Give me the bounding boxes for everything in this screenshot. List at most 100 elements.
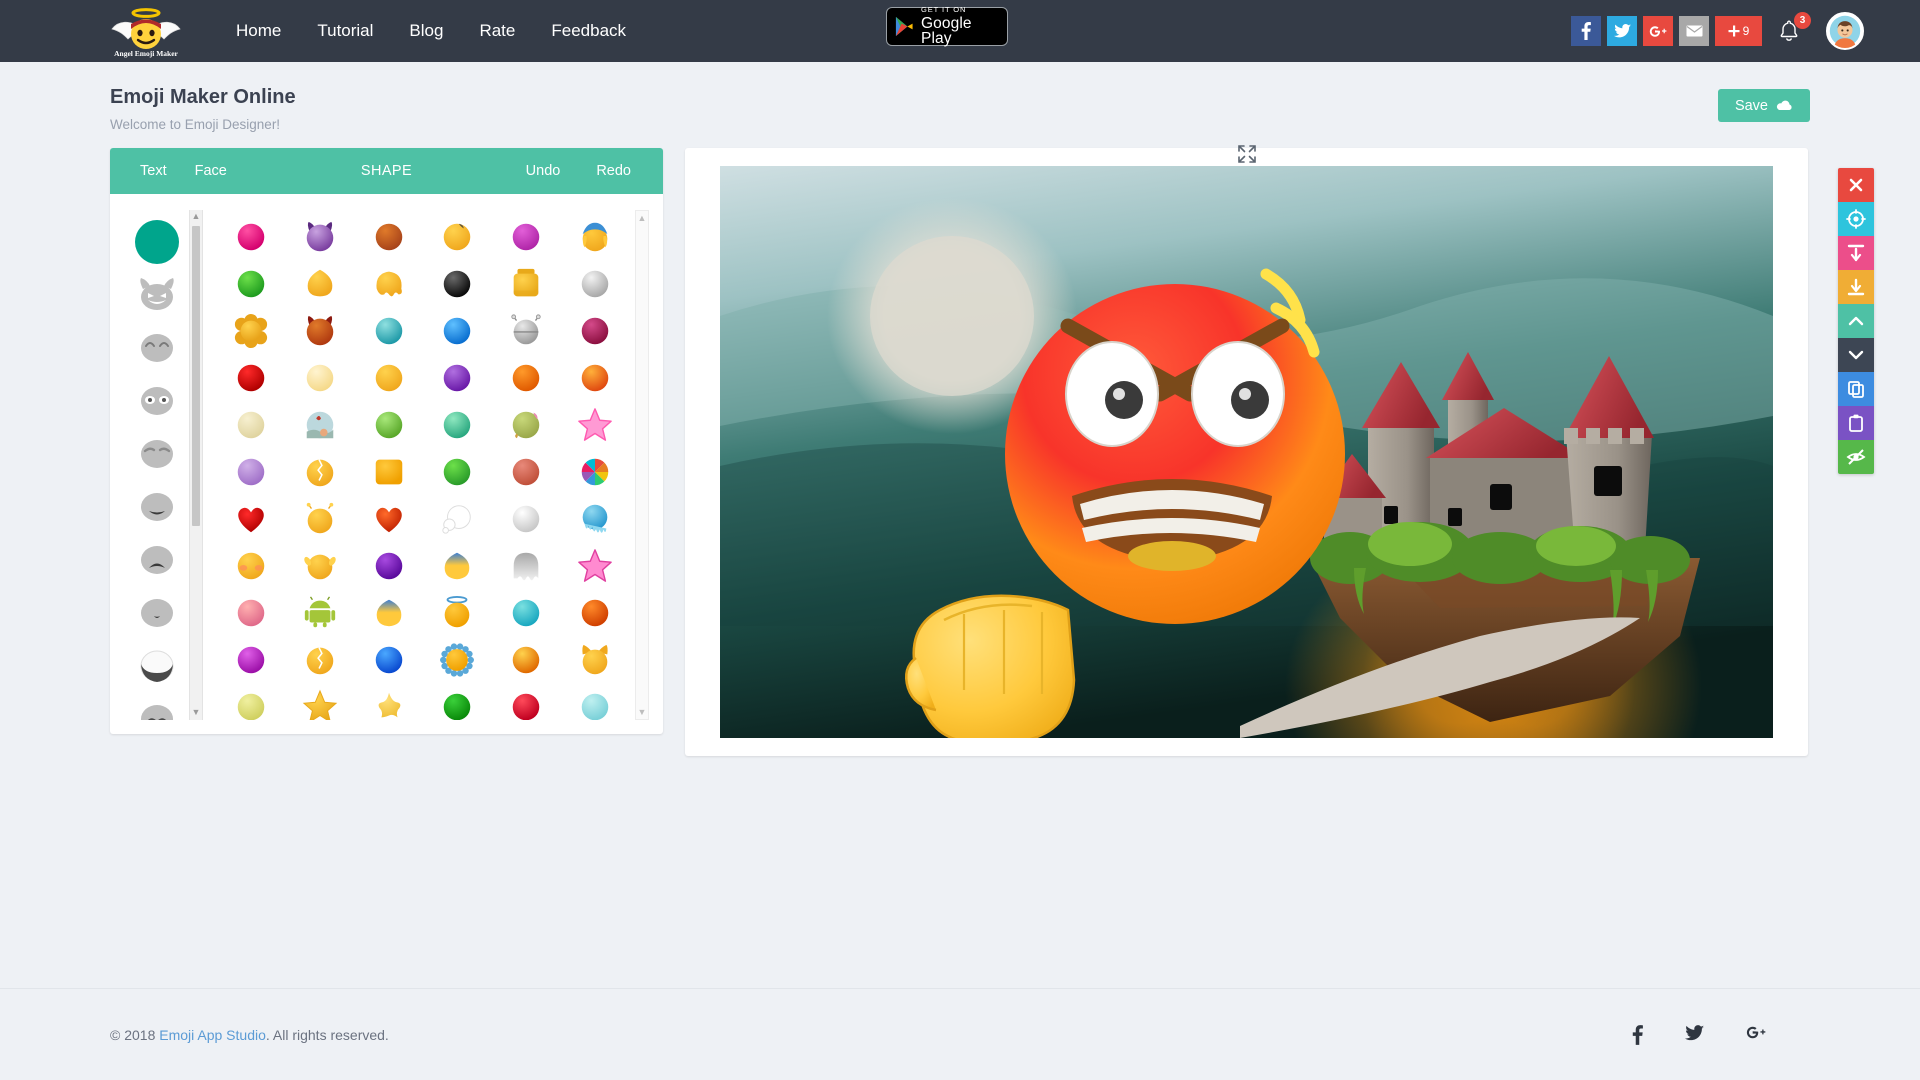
- center-object-button[interactable]: [1838, 202, 1874, 236]
- share-googleplus-button[interactable]: [1643, 16, 1673, 46]
- shape-ghost-shape[interactable]: [492, 545, 561, 586]
- category-closed-eyes[interactable]: [135, 326, 179, 370]
- shape-bright-green-circle[interactable]: [423, 686, 492, 720]
- shape-white-circle[interactable]: [492, 498, 561, 539]
- shape-orange-gold-circle[interactable]: [560, 357, 629, 398]
- scroll-up-chevron-icon[interactable]: ▲: [192, 210, 201, 222]
- shape-cracked-egg[interactable]: [286, 451, 355, 492]
- shape-orange-circle[interactable]: [492, 357, 561, 398]
- shape-android-robot[interactable]: [286, 592, 355, 633]
- category-beard[interactable]: [135, 644, 179, 688]
- shape-lilac-circle[interactable]: [217, 451, 286, 492]
- footer-googleplus-icon[interactable]: [1746, 1025, 1766, 1045]
- shape-grid-scrollbar[interactable]: ▲ ▼: [635, 210, 649, 720]
- nav-link-home[interactable]: Home: [218, 0, 299, 62]
- share-facebook-button[interactable]: [1571, 16, 1601, 46]
- undo-button[interactable]: Undo: [512, 163, 575, 179]
- share-more-button[interactable]: 9: [1715, 16, 1762, 46]
- shape-antenna-face[interactable]: [286, 498, 355, 539]
- share-twitter-button[interactable]: [1607, 16, 1637, 46]
- shape-red-devil[interactable]: [286, 310, 355, 351]
- align-bottom-button[interactable]: [1838, 270, 1874, 304]
- notifications-button[interactable]: 3: [1776, 12, 1811, 48]
- grid-scroll-up-chevron-icon[interactable]: ▲: [638, 211, 647, 225]
- shape-ice-circle[interactable]: [560, 498, 629, 539]
- shape-cream-circle[interactable]: [286, 357, 355, 398]
- shape-royal-blue-circle[interactable]: [354, 639, 423, 680]
- nav-link-rate[interactable]: Rate: [461, 0, 533, 62]
- category-frown-mouth[interactable]: [135, 538, 179, 582]
- footer-twitter-icon[interactable]: [1685, 1024, 1704, 1045]
- nav-link-tutorial[interactable]: Tutorial: [299, 0, 391, 62]
- shape-orange-heart[interactable]: [354, 498, 423, 539]
- shape-cat-face[interactable]: [560, 639, 629, 680]
- shape-black-circle[interactable]: [423, 263, 492, 304]
- shape-pale-cyan-circle[interactable]: [560, 686, 629, 720]
- shape-olive-circle[interactable]: [492, 404, 561, 445]
- category-smile-mouth[interactable]: [135, 485, 179, 529]
- shape-maroon-circle[interactable]: [560, 310, 629, 351]
- shape-sun-flower[interactable]: [423, 639, 492, 680]
- tab-text[interactable]: Text: [126, 163, 181, 179]
- category-small-mouth[interactable]: [135, 591, 179, 635]
- tab-face[interactable]: Face: [181, 163, 241, 179]
- shape-orange-square[interactable]: [354, 451, 423, 492]
- shape-teal-circle[interactable]: [354, 310, 423, 351]
- shape-gold-circle[interactable]: [354, 357, 423, 398]
- shape-brown-circle[interactable]: [354, 216, 423, 257]
- move-down-button[interactable]: [1838, 338, 1874, 372]
- shape-flower-face[interactable]: [217, 310, 286, 351]
- shape-yellow-blob[interactable]: [354, 263, 423, 304]
- shape-blue-yellow-face[interactable]: [423, 545, 492, 586]
- shape-lego-head[interactable]: [492, 263, 561, 304]
- shape-cracked-pink[interactable]: [286, 639, 355, 680]
- shape-moon-face[interactable]: [423, 216, 492, 257]
- shape-purple-circle[interactable]: [354, 545, 423, 586]
- shape-yellow-drop[interactable]: [286, 263, 355, 304]
- align-top-button[interactable]: [1838, 236, 1874, 270]
- shape-pink-fuzzy-star[interactable]: [560, 545, 629, 586]
- google-play-badge[interactable]: GET IT ON Google Play: [886, 6, 1008, 47]
- grid-scroll-down-chevron-icon[interactable]: ▼: [638, 705, 647, 719]
- shape-blush-circle[interactable]: [217, 545, 286, 586]
- shape-pink-circle[interactable]: [217, 216, 286, 257]
- shape-purple-devil[interactable]: [286, 216, 355, 257]
- close-button[interactable]: [1838, 168, 1874, 202]
- copy-button[interactable]: [1838, 372, 1874, 406]
- shape-blue-gold-face[interactable]: [354, 592, 423, 633]
- shape-scene-circle[interactable]: [286, 404, 355, 445]
- hide-button[interactable]: [1838, 440, 1874, 474]
- category-mustache[interactable]: [135, 697, 179, 720]
- angry-face-with-fist-emoji[interactable]: [720, 166, 1773, 738]
- shape-soft-star[interactable]: [354, 686, 423, 720]
- move-up-button[interactable]: [1838, 304, 1874, 338]
- shape-eared-face[interactable]: [286, 545, 355, 586]
- shape-ivory-circle[interactable]: [217, 404, 286, 445]
- shape-red-heart[interactable]: [217, 498, 286, 539]
- shape-blue-circle[interactable]: [423, 310, 492, 351]
- shape-robot-head[interactable]: [492, 310, 561, 351]
- redo-button[interactable]: Redo: [582, 163, 645, 179]
- category-scrollbar[interactable]: ▲ ▼: [189, 210, 203, 720]
- shape-green-circle-2[interactable]: [423, 451, 492, 492]
- shape-pink-blush-circle[interactable]: [217, 592, 286, 633]
- shape-thought-bubble[interactable]: [423, 498, 492, 539]
- shape-pale-yellow-circle[interactable]: [217, 686, 286, 720]
- category-eyebrows[interactable]: [135, 432, 179, 476]
- shape-gold-star[interactable]: [286, 686, 355, 720]
- shape-lightgreen-circle[interactable]: [354, 404, 423, 445]
- emoji-canvas[interactable]: [720, 166, 1773, 738]
- avatar[interactable]: [1826, 12, 1864, 50]
- paste-button[interactable]: [1838, 406, 1874, 440]
- share-email-button[interactable]: [1679, 16, 1709, 46]
- shape-silver-circle[interactable]: [560, 263, 629, 304]
- shape-blue-hair-face[interactable]: [560, 216, 629, 257]
- shape-orange-circle-2[interactable]: [560, 592, 629, 633]
- shape-magenta-circle[interactable]: [492, 216, 561, 257]
- shape-rainbow-swirl[interactable]: [560, 451, 629, 492]
- shape-cyan-circle[interactable]: [492, 592, 561, 633]
- copyright-link[interactable]: Emoji App Studio: [159, 1027, 266, 1043]
- scroll-down-chevron-icon[interactable]: ▼: [192, 706, 201, 718]
- nav-link-blog[interactable]: Blog: [391, 0, 461, 62]
- scrollbar-thumb[interactable]: [192, 226, 200, 526]
